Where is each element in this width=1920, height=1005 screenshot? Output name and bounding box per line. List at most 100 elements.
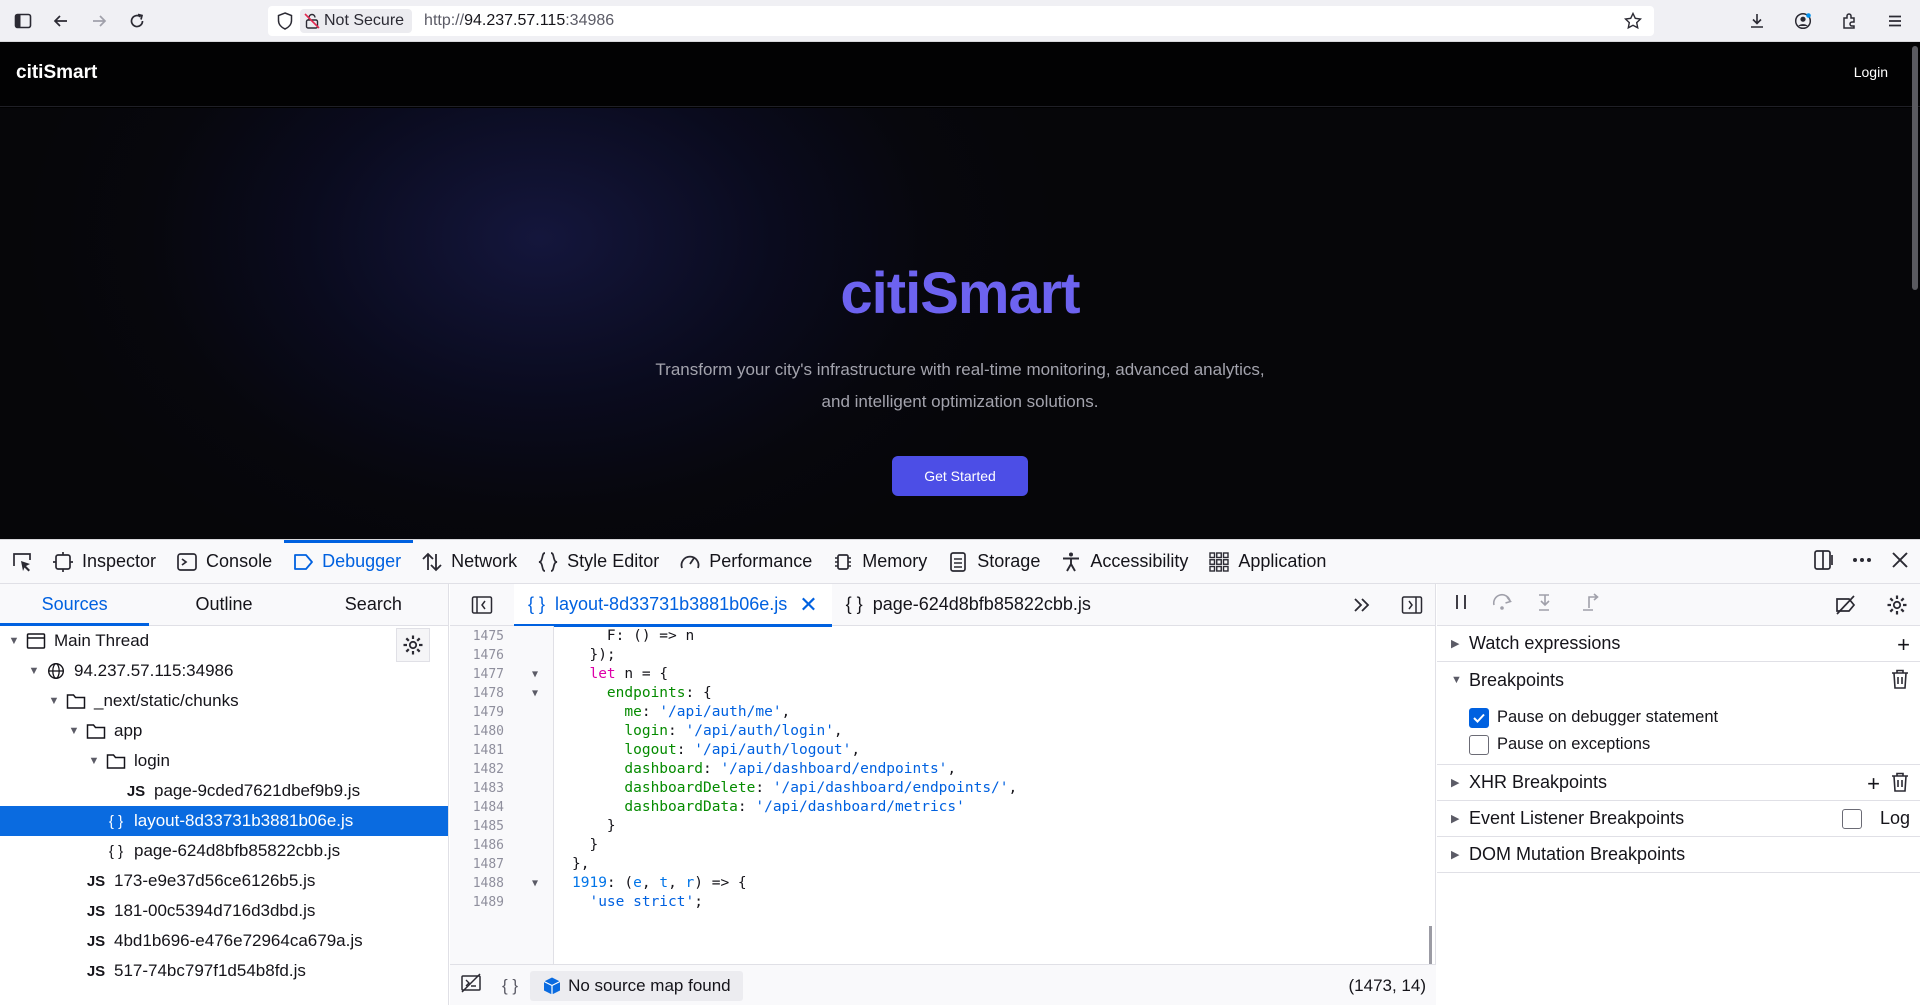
add-xhr-plus-icon[interactable]: + [1867,771,1880,799]
pause-on-debugger-option[interactable]: Pause on debugger statement [1437,704,1920,731]
expanded-triangle-icon[interactable]: ▼ [46,695,62,707]
pause-icon[interactable] [1451,592,1471,617]
page-scrollbar[interactable] [1912,46,1918,290]
code-line[interactable]: 1480 login: '/api/auth/login', [450,722,1436,741]
line-number[interactable]: 1481 [450,741,504,760]
breakpoints-header[interactable]: ▼ Breakpoints [1437,662,1920,698]
code-line[interactable]: 1485 } [450,817,1436,836]
downloads-icon[interactable] [1742,6,1772,36]
tree-item[interactable]: { } layout-8d33731b3881b06e.js [0,806,448,836]
pretty-print-braces-icon[interactable]: { } [502,976,518,996]
tab-memory[interactable]: Memory [824,540,939,584]
line-number[interactable]: 1488 [450,874,504,893]
code-line[interactable]: 1478 ▼ endpoints: { [450,684,1436,703]
step-over-icon[interactable] [1491,592,1515,617]
login-link[interactable]: Login [1854,64,1888,80]
code-line[interactable]: 1489 'use strict'; [450,893,1436,912]
line-number[interactable]: 1485 [450,817,504,836]
tab-search[interactable]: Search [299,584,448,625]
line-number[interactable]: 1483 [450,779,504,798]
code-line[interactable]: 1479 me: '/api/auth/me', [450,703,1436,722]
xhr-breakpoints-header[interactable]: ▶ XHR Breakpoints + [1437,765,1920,801]
log-checkbox[interactable] [1841,808,1862,829]
tree-item[interactable]: ▼ login [0,746,448,776]
url-bar[interactable]: Not Secure http://94.237.57.115:34986 [268,6,1654,36]
delete-breakpoints-trash-icon[interactable] [1890,668,1910,696]
code-line[interactable]: 1487}, [450,855,1436,874]
more-options-icon[interactable] [1850,548,1874,577]
editor-tab-page[interactable]: { } page-624d8bfb85822cbb.js [832,584,1105,626]
element-picker-icon[interactable] [0,540,44,584]
dock-side-icon[interactable] [1812,548,1836,577]
line-number[interactable]: 1482 [450,760,504,779]
code-line[interactable]: 1477 ▼ let n = { [450,665,1436,684]
tree-item[interactable]: ▼ app [0,716,448,746]
line-number[interactable]: 1476 [450,646,504,665]
editor-tab-layout[interactable]: { } layout-8d33731b3881b06e.js ✕ [514,583,832,627]
line-number[interactable]: 1489 [450,893,504,912]
deactivate-breakpoints-icon[interactable] [1834,594,1858,621]
line-number[interactable]: 1486 [450,836,504,855]
close-tab-icon[interactable]: ✕ [799,592,817,618]
tab-debugger[interactable]: Debugger [284,539,414,584]
code-line[interactable]: 1475 F: () => n [450,627,1436,646]
more-tabs-chevron-icon[interactable] [1351,594,1373,621]
tab-style-editor[interactable]: Style Editor [529,540,671,584]
reload-icon[interactable] [122,6,152,36]
sidebar-toggle-icon[interactable] [8,6,38,36]
code-line[interactable]: 1476 }); [450,646,1436,665]
tab-performance[interactable]: Performance [671,540,824,584]
url-text[interactable]: http://94.237.57.115:34986 [424,12,614,30]
line-number[interactable]: 1478 [450,684,504,703]
get-started-button[interactable]: Get Started [892,456,1028,496]
bookmark-star-icon[interactable] [1623,11,1643,35]
expanded-triangle-icon[interactable]: ▼ [26,665,42,677]
code-line[interactable]: 1488 ▼ 1919: (e, t, r) => { [450,874,1436,893]
code-line[interactable]: 1484 dashboardData: '/api/dashboard/metr… [450,798,1436,817]
line-number[interactable]: 1477 [450,665,504,684]
tab-sources[interactable]: Sources [0,584,150,626]
tab-storage[interactable]: Storage [939,540,1052,584]
tab-outline[interactable]: Outline [149,584,298,625]
code-line[interactable]: 1482 dashboard: '/api/dashboard/endpoint… [450,760,1436,779]
step-in-icon[interactable] [1535,592,1559,617]
line-number[interactable]: 1475 [450,627,504,646]
tree-item[interactable]: ▼ _next/static/chunks [0,686,448,716]
editor-scrollbar[interactable] [1429,926,1432,964]
tree-item[interactable]: JS 181-00c5394d716d3dbd.js [0,896,448,926]
line-number[interactable]: 1480 [450,722,504,741]
app-menu-icon[interactable] [1880,6,1910,36]
debugger-settings-gear-icon[interactable] [1886,594,1908,621]
step-out-icon[interactable] [1579,592,1603,617]
delete-xhr-trash-icon[interactable] [1890,771,1910,799]
line-number[interactable]: 1479 [450,703,504,722]
blackbox-icon[interactable] [460,972,482,999]
pause-debugger-checkbox[interactable] [1469,707,1489,728]
tree-item[interactable]: JS 517-74bc797f1d54b8fd.js [0,956,448,986]
tab-network[interactable]: Network [413,540,529,584]
event-listener-breakpoints-header[interactable]: ▶ Event Listener Breakpoints Log [1437,801,1920,837]
tree-item[interactable]: JS 173-e9e37d56ce6126b5.js [0,866,448,896]
tree-item[interactable]: JS 4bd1b696-e476e72964ca679a.js [0,926,448,956]
extensions-icon[interactable] [1834,6,1864,36]
tab-console[interactable]: Console [168,540,284,584]
site-logo[interactable]: citiSmart [16,62,97,84]
tab-accessibility[interactable]: Accessibility [1052,540,1200,584]
tree-item[interactable]: ▼ 94.237.57.115:34986 [0,656,448,686]
line-number[interactable]: 1487 [450,855,504,874]
line-number[interactable]: 1484 [450,798,504,817]
account-icon[interactable] [1788,6,1818,36]
dom-mutation-breakpoints-header[interactable]: ▶ DOM Mutation Breakpoints [1437,837,1920,873]
tracking-shield-icon[interactable] [272,12,298,30]
add-watch-plus-icon[interactable]: + [1897,632,1910,658]
code-editor[interactable]: 1475 F: () => n 1476 }); 1477 ▼ let n = {14… [450,626,1436,964]
toggle-sources-pane-icon[interactable] [450,595,514,615]
watch-expressions-header[interactable]: ▶ Watch expressions + [1437,626,1920,662]
expanded-triangle-icon[interactable]: ▼ [6,635,22,647]
not-secure-indicator[interactable]: Not Secure [300,9,413,33]
code-line[interactable]: 1483 dashboardDelete: '/api/dashboard/en… [450,779,1436,798]
pause-exceptions-checkbox[interactable] [1469,734,1489,755]
tree-item[interactable]: ▼ Main Thread [0,626,448,656]
tab-application[interactable]: Application [1200,540,1338,584]
fold-toggle-icon[interactable]: ▼ [532,665,538,684]
